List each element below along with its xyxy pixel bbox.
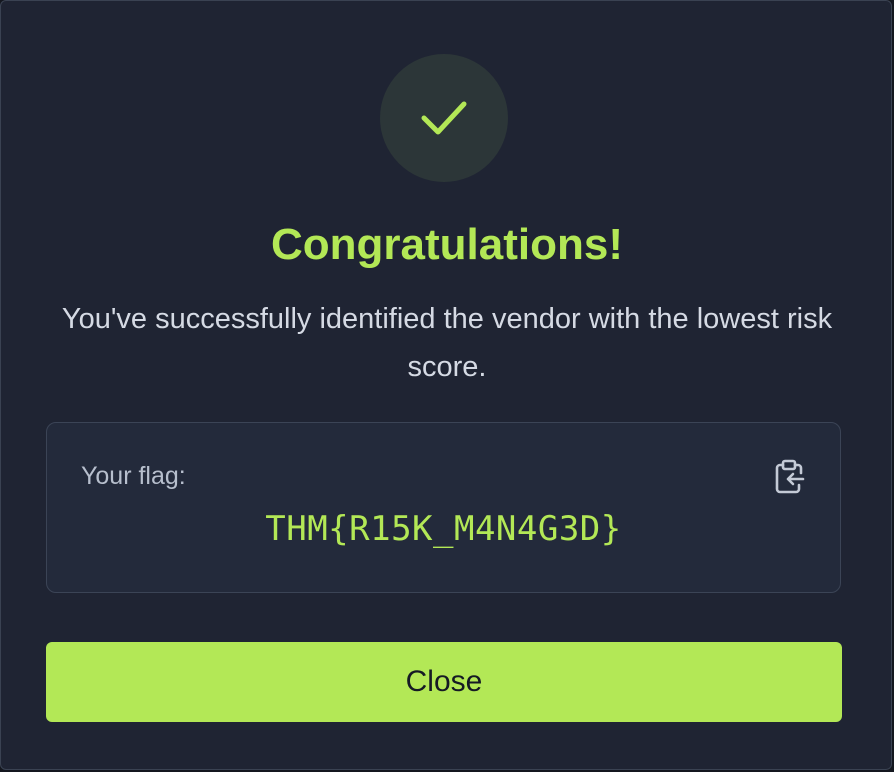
flag-value: THM{R15K_M4N4G3D} — [265, 509, 622, 549]
flag-label: Your flag: — [81, 462, 186, 490]
success-icon-circle — [380, 54, 508, 182]
dialog-message: You've successfully identified the vendo… — [61, 303, 833, 383]
success-dialog: Congratulations! You've successfully ide… — [0, 0, 892, 770]
check-icon — [421, 101, 467, 135]
close-button[interactable]: Close — [46, 642, 842, 722]
copy-flag-button[interactable] — [769, 457, 809, 497]
flag-box: Your flag: THM{R15K_M4N4G3D} — [46, 422, 841, 593]
clipboard-copy-icon — [775, 459, 805, 494]
dialog-title: Congratulations! — [271, 220, 623, 269]
